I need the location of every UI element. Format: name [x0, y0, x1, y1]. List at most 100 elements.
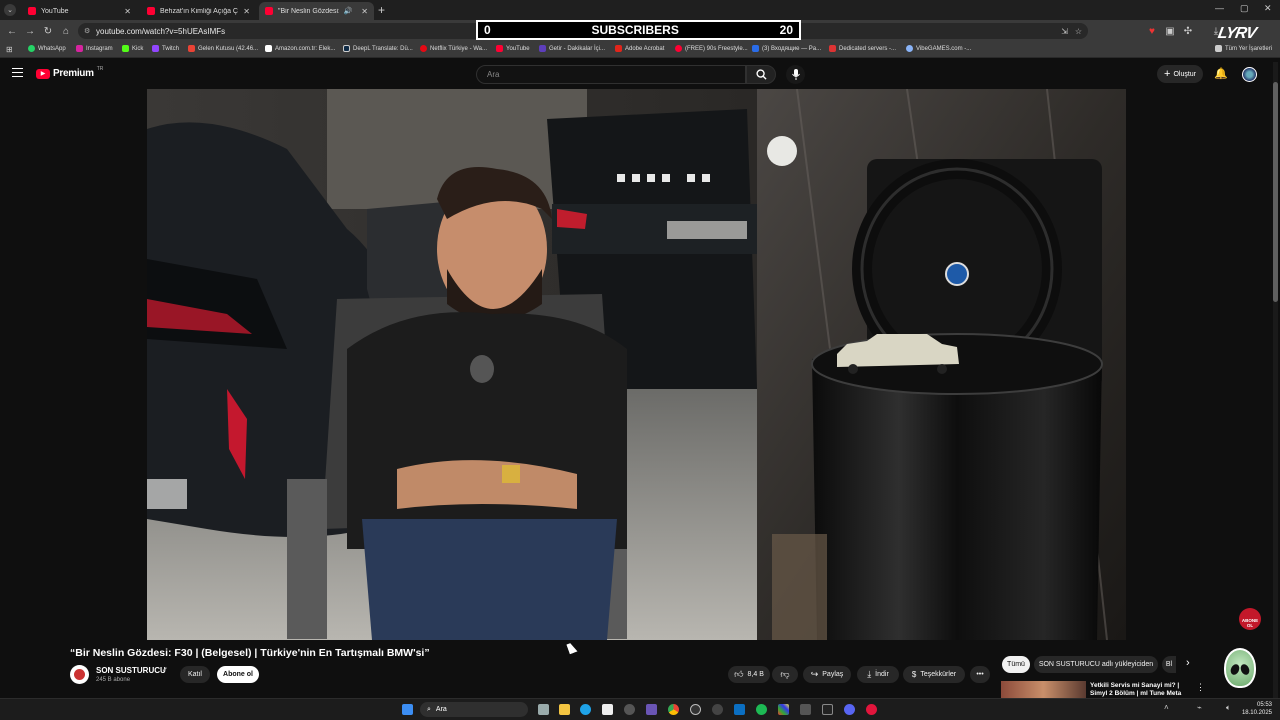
close-window-button[interactable]: ✕	[1264, 3, 1272, 14]
chip-all[interactable]: Tümü	[1002, 656, 1030, 673]
chrome-icon[interactable]	[668, 704, 679, 715]
youtube-icon	[675, 45, 682, 52]
bookmark-whatsapp[interactable]: WhatsApp	[28, 45, 66, 52]
task-view-icon[interactable]	[538, 704, 549, 715]
bookmark-deepl[interactable]: DeepL Translate: Dü...	[343, 45, 413, 52]
bookmark-star-icon[interactable]: ☆	[1075, 27, 1082, 36]
windows-start-icon[interactable]	[402, 704, 413, 715]
create-button[interactable]: + Oluştur	[1157, 65, 1203, 83]
taskbar-search-box[interactable]: ⌕ Ara	[420, 702, 528, 717]
app-icon[interactable]	[712, 704, 723, 715]
scrollbar-thumb[interactable]	[1273, 82, 1278, 302]
bookmark-getir[interactable]: Getir - Dakikalar İçi...	[539, 45, 605, 52]
bookmark-vibegames[interactable]: VibeGAMES.com -...	[906, 45, 971, 52]
edge-icon[interactable]	[580, 704, 591, 715]
share-icon: ↪	[810, 669, 819, 679]
more-actions-button[interactable]: •••	[970, 666, 990, 683]
back-icon[interactable]: ←	[4, 23, 20, 39]
bookmark-instagram[interactable]: Instagram	[76, 45, 113, 52]
chip-from-uploader[interactable]: SON SUSTURUCU adlı yükleyiciden	[1034, 656, 1158, 673]
like-button[interactable]: 👍︎ 8,4 B	[728, 666, 770, 683]
video-player[interactable]	[147, 89, 1126, 640]
app-icon[interactable]	[800, 704, 811, 715]
bookmark-netflix[interactable]: Netflix Türkiye - Wa...	[420, 45, 487, 52]
chip-more[interactable]: Bl	[1162, 656, 1176, 673]
obs-icon[interactable]	[690, 704, 701, 715]
new-tab-button[interactable]: +	[378, 3, 385, 17]
bookmark-twitch[interactable]: Twitch	[152, 45, 179, 52]
recommended-video-thumbnail[interactable]	[1001, 681, 1086, 698]
channel-avatar[interactable]	[70, 665, 89, 684]
store-icon[interactable]	[602, 704, 613, 715]
channel-name[interactable]: SON SUSTURUCU	[96, 666, 166, 675]
clock[interactable]: 05:53 18.10.2025	[1240, 701, 1272, 717]
tab-behzat[interactable]: Behzat'ın Kimliği Açığa Çıkmalı ✕	[141, 2, 256, 20]
kick-icon	[122, 45, 129, 52]
tab-youtube[interactable]: YouTube ✕	[22, 2, 137, 20]
minimize-button[interactable]: —	[1215, 3, 1224, 13]
forward-icon[interactable]: →	[22, 23, 38, 39]
tab-search-icon[interactable]: ⌄	[4, 4, 16, 16]
maximize-button[interactable]: ▢	[1240, 3, 1249, 14]
puzzle-icon[interactable]: ✣	[1180, 23, 1196, 39]
thanks-button[interactable]: $ Teşekkürler	[903, 666, 965, 683]
bookmark-youtube[interactable]: YouTube	[496, 45, 530, 52]
thanks-icon: $	[911, 670, 917, 679]
network-icon[interactable]: ⌁	[1197, 703, 1202, 712]
subscriber-counter-overlay: 0 SUBSCRIBERS 20	[476, 20, 801, 40]
file-explorer-icon[interactable]	[559, 704, 570, 715]
steam-icon[interactable]	[624, 704, 635, 715]
voice-search-icon[interactable]	[786, 65, 805, 84]
account-avatar[interactable]	[1242, 67, 1257, 82]
apps-icon[interactable]: ⊞	[6, 45, 13, 54]
volume-icon[interactable]: 🔈︎	[1226, 703, 1231, 713]
site-info-icon[interactable]: ⚙	[84, 27, 90, 35]
notifications-bell-icon[interactable]: 🔔	[1214, 67, 1228, 80]
share-button[interactable]: ↪ Paylaş	[803, 666, 851, 683]
recommended-video-title[interactable]: Yetkili Servis mi Sanayi mi? | Simyl 2 B…	[1090, 682, 1190, 698]
close-tab-icon[interactable]: ✕	[124, 7, 131, 16]
bookmark-adobe[interactable]: Adobe Acrobat	[615, 45, 664, 52]
close-tab-icon[interactable]: ✕	[243, 7, 250, 16]
speaker-icon[interactable]: 🔊	[344, 7, 353, 15]
download-button[interactable]: ⤓ İndir	[857, 666, 899, 683]
search-button[interactable]	[746, 65, 776, 84]
page-scrollbar[interactable]	[1273, 62, 1278, 698]
app-icon[interactable]	[822, 704, 833, 715]
dislike-button[interactable]: 👎︎	[772, 666, 798, 683]
subscribe-button[interactable]: Abone ol	[217, 666, 259, 683]
home-icon[interactable]: ⌂	[58, 23, 74, 39]
chip-next-chevron-icon[interactable]: ›	[1186, 657, 1190, 669]
app-icon[interactable]	[646, 704, 657, 715]
join-button[interactable]: Katıl	[180, 666, 210, 683]
bookmark-servers[interactable]: Dedicated servers -...	[829, 45, 896, 52]
video-title: “Bir Neslin Gözdesi: F30 | (Belgesel) | …	[70, 647, 430, 659]
all-bookmarks[interactable]: Tüm Yer İşaretleri	[1215, 45, 1272, 52]
bookmark-freestyle[interactable]: (FREE) 90s Freestyle...	[675, 45, 748, 52]
recommended-more-icon[interactable]: ⋮	[1196, 682, 1205, 693]
discord-icon[interactable]	[844, 704, 855, 715]
url-text: youtube.com/watch?v=5hUEAsIMFs	[96, 26, 226, 36]
taskbar-search-icon: ⌕	[427, 705, 431, 713]
close-tab-icon[interactable]: ✕	[361, 7, 368, 16]
hamburger-menu-icon[interactable]	[12, 68, 23, 77]
reload-icon[interactable]: ↻	[40, 23, 56, 39]
spotify-icon[interactable]	[756, 704, 767, 715]
bookmark-amazon[interactable]: Amazon.com.tr: Elek...	[265, 45, 335, 52]
premium-label: Premium	[53, 68, 94, 79]
bookmark-mail[interactable]: (3) Входящие — Pa...	[752, 45, 821, 52]
system-tray-chevron-icon[interactable]: ˄	[1164, 703, 1169, 712]
bookmark-gmail[interactable]: Gelen Kutusu (42.46...	[188, 45, 258, 52]
install-icon[interactable]: ⇲	[1061, 27, 1068, 36]
extension-red-icon[interactable]: ♥	[1144, 23, 1160, 39]
extension-icon[interactable]: ▣	[1162, 23, 1178, 39]
bookmark-kick[interactable]: Kick	[122, 45, 143, 52]
youtube-logo[interactable]: ▶ Premium TR	[36, 66, 103, 79]
app-icon[interactable]	[734, 704, 745, 715]
search-input[interactable]: Ara	[476, 65, 746, 84]
bookmarks-bar: ⊞ WhatsApp Instagram Kick Twitch Gelen K…	[0, 42, 1280, 58]
app-icon[interactable]	[778, 704, 789, 715]
clock-date: 18.10.2025	[1241, 710, 1272, 716]
app-icon[interactable]	[866, 704, 877, 715]
tab-current-video[interactable]: "Bir Neslin Gözdesi: F30 | (B 🔊 ✕	[259, 2, 374, 20]
